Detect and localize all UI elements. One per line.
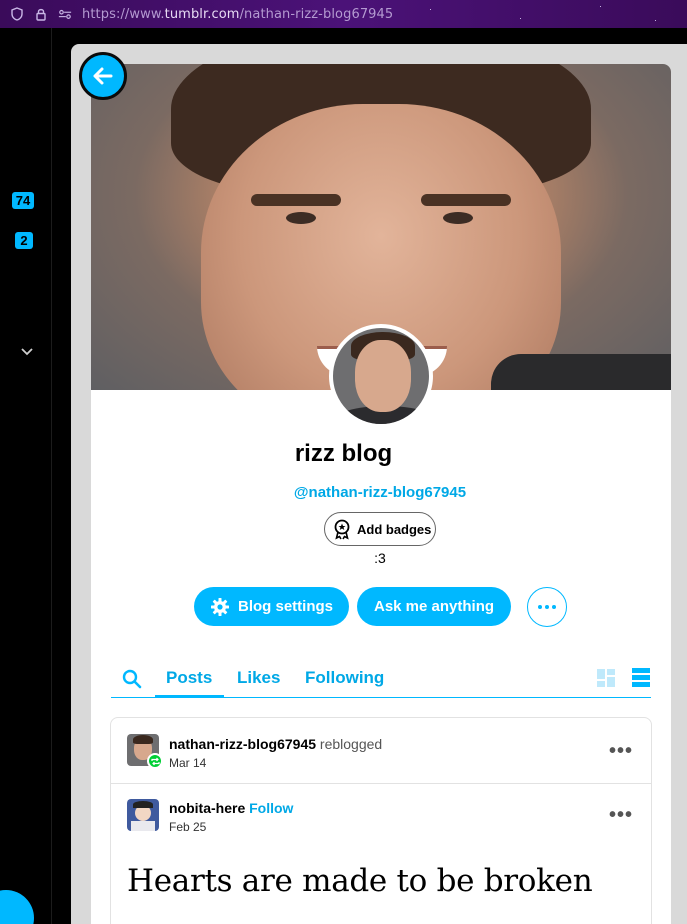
- browser-url-bar: https://www.tumblr.com/nathan-rizz-blog6…: [0, 0, 687, 28]
- author-avatar[interactable]: [127, 799, 159, 831]
- author-name[interactable]: nobita-here: [169, 800, 245, 816]
- reblogger-line: nathan-rizz-blog67945 reblogged: [169, 736, 382, 752]
- decor-dot: [520, 18, 521, 19]
- address-text[interactable]: https://www.tumblr.com/nathan-rizz-blog6…: [82, 7, 393, 22]
- notification-badge[interactable]: 74: [12, 192, 34, 209]
- reblogged-text: reblogged: [319, 736, 383, 752]
- reblog-icon: [147, 753, 163, 769]
- list-view-icon[interactable]: [632, 668, 650, 688]
- reblogger-name[interactable]: nathan-rizz-blog67945: [169, 736, 316, 752]
- chevron-down-icon[interactable]: [20, 344, 34, 362]
- badge-ribbon-icon: [334, 519, 350, 540]
- more-options-button[interactable]: [527, 587, 567, 627]
- tab-posts[interactable]: Posts: [155, 668, 225, 697]
- left-nav-rail: 74 2: [0, 28, 52, 924]
- add-badges-label: Add badges: [357, 521, 432, 537]
- author-date[interactable]: Feb 25: [169, 820, 206, 834]
- decor-dot: [600, 6, 601, 7]
- blog-settings-label: Blog settings: [237, 598, 333, 615]
- post-headline: Hearts are made to be broken: [127, 863, 593, 899]
- blog-title: rizz blog: [294, 440, 393, 467]
- post-menu-icon[interactable]: •••: [609, 805, 633, 825]
- author-line: nobita-here Follow: [169, 800, 293, 816]
- arrow-left-icon: [93, 67, 113, 85]
- blog-avatar[interactable]: [329, 324, 433, 428]
- reblog-date[interactable]: Mar 14: [169, 756, 206, 770]
- tab-following[interactable]: Following: [305, 668, 384, 688]
- blog-settings-button[interactable]: Blog settings: [194, 587, 349, 626]
- search-icon[interactable]: [122, 669, 142, 694]
- add-badges-button[interactable]: Add badges: [324, 512, 436, 546]
- post-menu-icon[interactable]: •••: [609, 741, 633, 761]
- decor-dot: [655, 20, 656, 21]
- notification-badge[interactable]: 2: [15, 232, 33, 249]
- ellipsis-icon: [538, 605, 556, 609]
- gear-icon: [210, 597, 229, 616]
- tab-likes[interactable]: Likes: [237, 668, 280, 688]
- ask-me-anything-button[interactable]: Ask me anything: [357, 587, 511, 626]
- lock-icon[interactable]: [34, 7, 48, 21]
- blog-description: :3: [374, 550, 386, 566]
- post-card: nathan-rizz-blog67945 reblogged Mar 14 •…: [110, 717, 652, 924]
- blog-tabs: Posts Likes Following: [111, 660, 651, 698]
- decor-dot: [430, 9, 431, 10]
- blog-handle[interactable]: @nathan-rizz-blog67945: [0, 484, 687, 501]
- ask-label: Ask me anything: [373, 598, 495, 615]
- follow-button[interactable]: Follow: [249, 800, 293, 816]
- back-button[interactable]: [79, 52, 127, 100]
- shield-icon[interactable]: [10, 7, 24, 21]
- permissions-icon[interactable]: [58, 7, 72, 21]
- divider: [111, 783, 651, 784]
- grid-view-icon[interactable]: [597, 669, 615, 687]
